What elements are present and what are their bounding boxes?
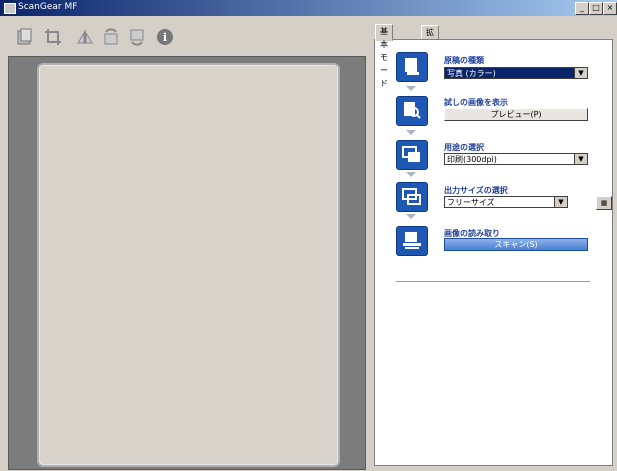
step-arrow-icon [406,86,416,91]
purpose-icon [396,140,428,170]
app-icon [4,3,16,14]
rotate-left-icon[interactable] [98,24,124,50]
step-arrow-icon [406,214,416,219]
tab-advanced-mode[interactable]: 拡張モード [421,25,439,89]
close-button[interactable]: × [603,2,617,15]
purpose-title: 用途の選択 [444,143,484,152]
preview-title: 試しの画像を表示 [444,98,508,107]
chevron-down-icon[interactable]: ▼ [574,154,587,164]
output-size-select[interactable]: フリーサイズ ▼ [444,196,568,208]
document-type-value: 写真 (カラー) [447,69,496,78]
purpose-select[interactable]: 印刷(300dpi) ▼ [444,153,588,165]
title-bar: ScanGear MF _ □ × [0,0,617,16]
window-title: ScanGear MF [18,2,78,12]
divider [396,281,590,282]
rotate-right-icon[interactable] [124,24,150,50]
preview-page[interactable] [37,63,340,467]
step-arrow-icon [406,130,416,135]
chevron-down-icon[interactable]: ▼ [554,197,567,207]
scan-icon [396,226,428,256]
document-type-icon [396,52,428,82]
minimize-button[interactable]: _ [575,2,589,15]
chevron-down-icon[interactable]: ▼ [574,68,587,78]
settings-panel: 原稿の種類 写真 (カラー) ▼ 試しの画像を表示 プレビュー(P) 用途の選択… [374,39,613,466]
scan-button[interactable]: スキャン(S) [444,238,588,251]
output-size-icon [396,182,428,212]
output-size-title: 出力サイズの選択 [444,186,508,195]
copy-icon[interactable] [12,24,38,50]
info-icon[interactable]: i [152,24,178,50]
purpose-value: 印刷(300dpi) [447,155,497,164]
document-type-title: 原稿の種類 [444,56,484,65]
preview-area[interactable] [8,56,366,470]
svg-text:i: i [163,31,167,44]
maximize-button[interactable]: □ [589,2,603,15]
crop-icon[interactable] [40,24,66,50]
preview-button[interactable]: プレビュー(P) [444,108,588,121]
output-size-value: フリーサイズ [447,198,495,207]
mirror-icon[interactable] [72,24,98,50]
size-settings-icon[interactable]: ▦ [596,196,612,210]
preview-icon [396,96,428,126]
document-type-select[interactable]: 写真 (カラー) ▼ [444,67,588,79]
tab-basic-mode[interactable]: 基本モード [375,24,393,88]
step-arrow-icon [406,172,416,177]
